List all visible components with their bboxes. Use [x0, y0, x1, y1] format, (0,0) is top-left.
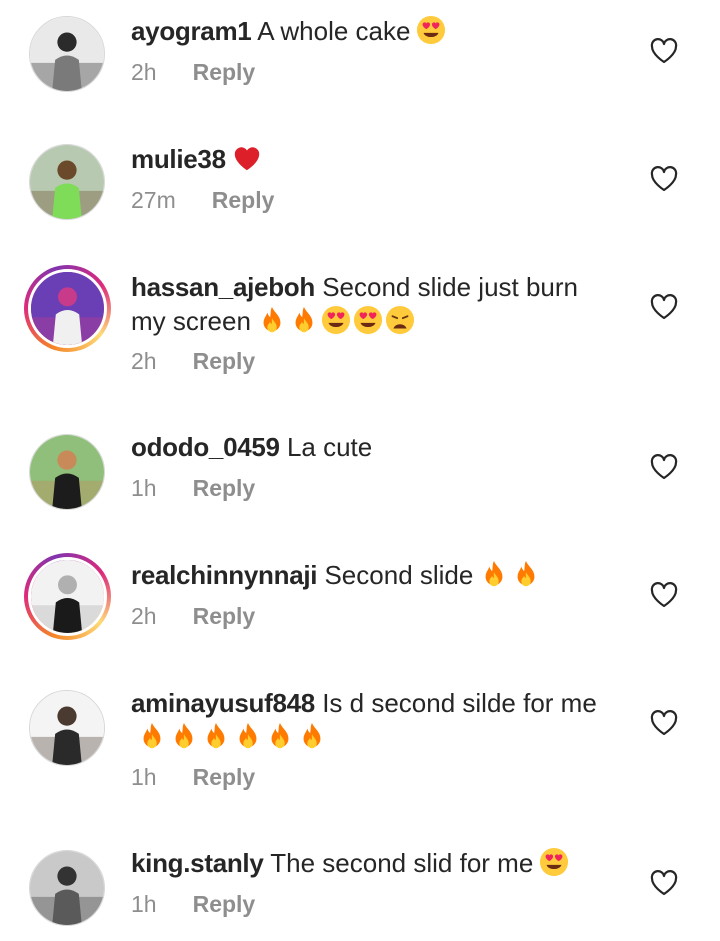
avatar[interactable]: [29, 850, 105, 926]
avatar-with-story-ring[interactable]: [24, 553, 111, 640]
avatar-image: [29, 690, 105, 766]
reply-button[interactable]: Reply: [193, 891, 256, 918]
avatar-with-story-ring[interactable]: [24, 265, 111, 352]
comment-body: mulie38: [131, 142, 611, 176]
like-button[interactable]: [650, 294, 678, 320]
heart-outline-icon: [650, 582, 678, 608]
emoji-group: [257, 305, 415, 335]
avatar-image: [29, 144, 105, 220]
reply-button[interactable]: Reply: [193, 59, 256, 86]
reply-button[interactable]: Reply: [193, 764, 256, 791]
reply-button[interactable]: Reply: [212, 187, 275, 214]
heart-eyes-emoji-icon: [539, 847, 569, 877]
comment-username[interactable]: ododo_0459: [131, 432, 280, 462]
comment-body: realchinnynnaji Second slide: [131, 558, 611, 592]
comment-meta: 2h Reply: [131, 348, 255, 375]
heart-eyes-emoji-icon: [416, 15, 446, 45]
heart-outline-icon: [650, 454, 678, 480]
comment-username[interactable]: realchinnynnaji: [131, 560, 318, 590]
comment-text: The second slid for me: [270, 848, 534, 878]
comment-username[interactable]: mulie38: [131, 144, 226, 174]
comment-timestamp: 1h: [131, 475, 157, 501]
emoji-group: [137, 721, 327, 751]
fire-emoji-icon: [137, 721, 167, 751]
weary-emoji-icon: [385, 305, 415, 335]
avatar-image: [28, 557, 107, 636]
like-button[interactable]: [650, 710, 678, 736]
avatar[interactable]: [29, 144, 105, 220]
heart-eyes-emoji-icon: [321, 305, 351, 335]
comment-username[interactable]: ayogram1: [131, 16, 252, 46]
comment-text: Second slide: [324, 560, 474, 590]
heart-outline-icon: [650, 38, 678, 64]
emoji-group: [479, 559, 541, 589]
avatar-image: [29, 850, 105, 926]
like-button[interactable]: [650, 38, 678, 64]
comment-text: A whole cake: [257, 16, 411, 46]
reply-button[interactable]: Reply: [193, 603, 256, 630]
fire-emoji-icon: [201, 721, 231, 751]
comment-meta: 27m Reply: [131, 187, 274, 214]
comment-meta: 2h Reply: [131, 59, 255, 86]
comment-timestamp: 27m: [131, 187, 176, 213]
fire-emoji-icon: [265, 721, 295, 751]
fire-emoji-icon: [297, 721, 327, 751]
comment-meta: 2h Reply: [131, 603, 255, 630]
heart-outline-icon: [650, 166, 678, 192]
comment-text: La cute: [286, 432, 373, 462]
fire-emoji-icon: [289, 305, 319, 335]
reply-button[interactable]: Reply: [193, 475, 256, 502]
like-button[interactable]: [650, 166, 678, 192]
comment-body: ododo_0459 La cute: [131, 430, 611, 464]
avatar[interactable]: [29, 690, 105, 766]
comment-timestamp: 2h: [131, 603, 157, 629]
fire-emoji-icon: [169, 721, 199, 751]
avatar[interactable]: [29, 16, 105, 92]
comment-text: Is d second silde for me: [322, 688, 597, 718]
comment-timestamp: 2h: [131, 59, 157, 85]
heart-outline-icon: [650, 710, 678, 736]
fire-emoji-icon: [233, 721, 263, 751]
comment-meta: 1h Reply: [131, 764, 255, 791]
emoji-group: [416, 15, 446, 45]
comment-meta: 1h Reply: [131, 475, 255, 502]
comment-timestamp: 2h: [131, 348, 157, 374]
avatar-image: [29, 434, 105, 510]
red-heart-emoji-icon: [232, 143, 262, 173]
like-button[interactable]: [650, 454, 678, 480]
comment-body: ayogram1 A whole cake: [131, 14, 611, 48]
comment-body: aminayusuf848 Is d second silde for me: [131, 686, 611, 754]
avatar[interactable]: [29, 434, 105, 510]
avatar-image: [28, 269, 107, 348]
comment-username[interactable]: aminayusuf848: [131, 688, 315, 718]
avatar-image: [29, 16, 105, 92]
comment-body: hassan_ajeboh Second slide just burn my …: [131, 270, 611, 338]
heart-outline-icon: [650, 870, 678, 896]
comment-body: king.stanly The second slid for me: [131, 846, 611, 880]
fire-emoji-icon: [479, 559, 509, 589]
comment-meta: 1h Reply: [131, 891, 255, 918]
heart-outline-icon: [650, 294, 678, 320]
like-button[interactable]: [650, 870, 678, 896]
comment-username[interactable]: king.stanly: [131, 848, 264, 878]
like-button[interactable]: [650, 582, 678, 608]
emoji-group: [232, 143, 262, 173]
comment-timestamp: 1h: [131, 891, 157, 917]
comment-username[interactable]: hassan_ajeboh: [131, 272, 315, 302]
comment-timestamp: 1h: [131, 764, 157, 790]
emoji-group: [539, 847, 569, 877]
fire-emoji-icon: [257, 305, 287, 335]
reply-button[interactable]: Reply: [193, 348, 256, 375]
fire-emoji-icon: [511, 559, 541, 589]
heart-eyes-emoji-icon: [353, 305, 383, 335]
